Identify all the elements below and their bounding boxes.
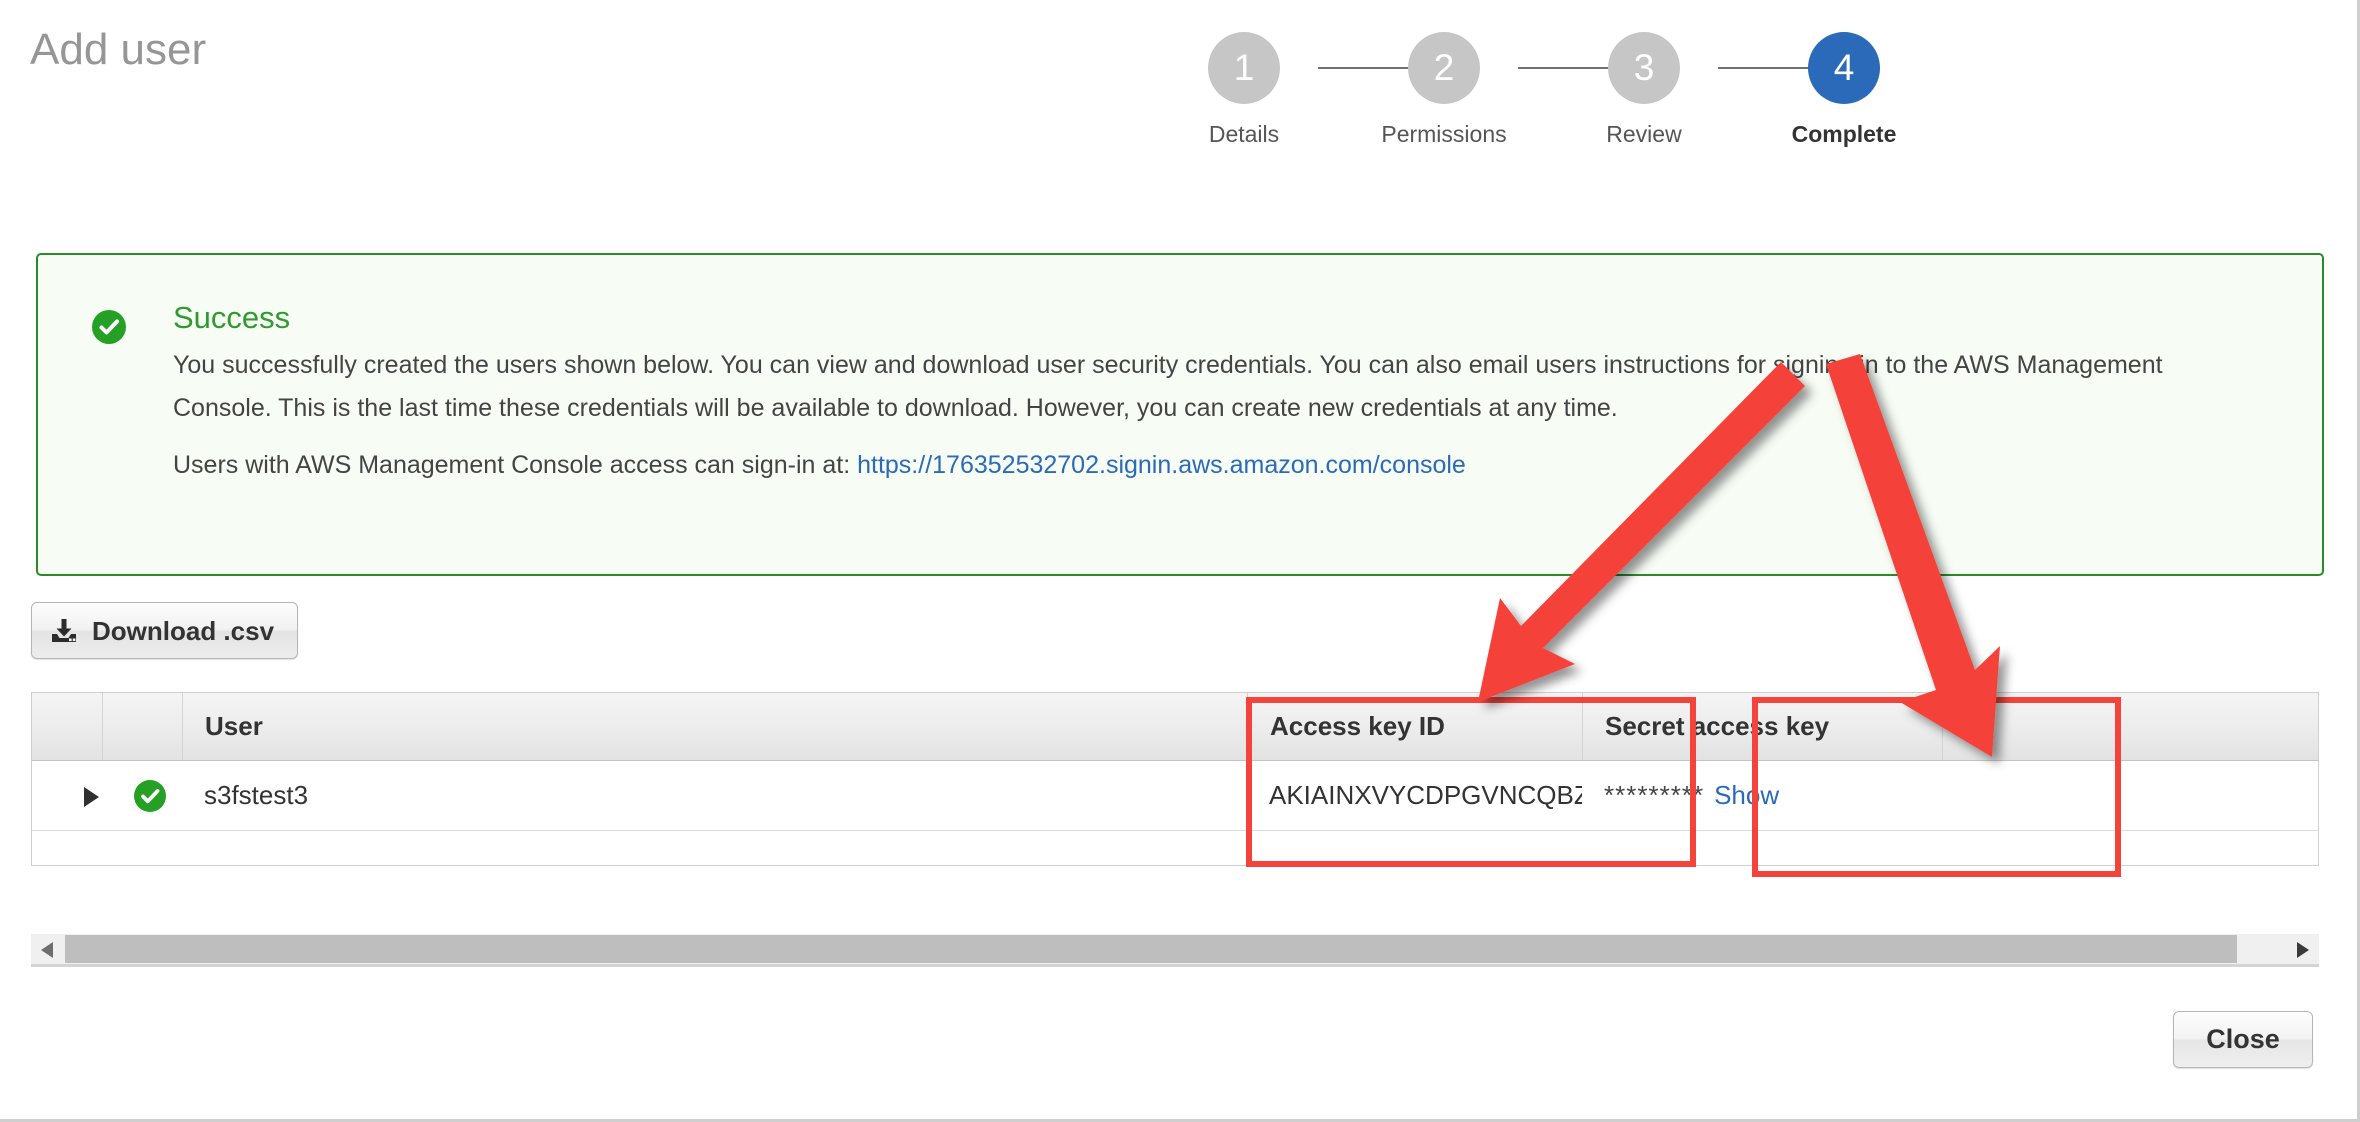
table-header-row: User Access key ID Secret access key: [31, 692, 2319, 761]
step-number-1: 1: [1208, 32, 1280, 104]
table-header-secret-access-key[interactable]: Secret access key: [1582, 693, 1942, 760]
table-header-overflow: [1942, 693, 2320, 760]
table-header-status: [102, 693, 182, 760]
stepper-step-details[interactable]: 1 Details: [1164, 32, 1324, 148]
success-alert-panel: Success You successfully created the use…: [36, 253, 2324, 576]
success-description: You successfully created the users shown…: [173, 351, 2163, 422]
check-circle-icon: [92, 310, 126, 344]
step-label-review: Review: [1606, 121, 1682, 147]
scroll-right-button[interactable]: [2285, 934, 2319, 964]
triangle-right-icon: [2297, 942, 2309, 958]
table-body-filler: [31, 831, 2319, 866]
table-header-expander: [32, 693, 102, 760]
table-header-user[interactable]: User: [182, 693, 1247, 760]
horizontal-scrollbar[interactable]: [31, 934, 2319, 967]
stepper-step-permissions[interactable]: 2 Permissions: [1364, 32, 1524, 148]
signin-prefix-text: Users with AWS Management Console access…: [173, 451, 858, 479]
show-secret-key-link[interactable]: Show: [1714, 780, 1779, 810]
download-icon: [52, 618, 76, 642]
table-row: s3fstest3 AKIAINXVYCDPGVNCQBZA *********…: [31, 761, 2319, 831]
step-number-2: 2: [1408, 32, 1480, 104]
step-label-details: Details: [1208, 121, 1280, 147]
scrollbar-thumb[interactable]: [65, 935, 2237, 963]
download-csv-button[interactable]: Download .csv: [31, 602, 299, 659]
signin-url-link[interactable]: https://176352532702.signin.aws.amazon.c…: [857, 451, 1466, 479]
table-header-access-key-id[interactable]: Access key ID: [1247, 693, 1582, 760]
stepper-step-review[interactable]: 3 Review: [1564, 32, 1724, 148]
download-csv-label: Download .csv: [92, 615, 275, 646]
cell-access-key-id: AKIAINXVYCDPGVNCQBZA: [1269, 780, 1582, 810]
step-label-permissions: Permissions: [1381, 121, 1507, 147]
cell-secret-access-key: ********* Show: [1582, 761, 1942, 830]
step-number-3: 3: [1608, 32, 1680, 104]
success-heading: Success: [173, 300, 291, 335]
triangle-left-icon: [41, 942, 53, 958]
cell-user: s3fstest3: [204, 780, 309, 810]
scroll-left-button[interactable]: [31, 934, 65, 964]
page-title: Add user: [30, 25, 207, 74]
check-circle-icon: [134, 780, 166, 812]
wizard-stepper: 1 Details 2 Permissions 3 Review 4 Compl…: [1200, 32, 2200, 172]
signin-instruction: Users with AWS Management Console access…: [173, 444, 2183, 487]
step-number-4: 4: [1808, 32, 1880, 104]
add-user-wizard-page: Add user 1 Details 2 Permissions 3 Revie…: [0, 0, 2360, 1122]
row-expander-toggle[interactable]: [84, 787, 99, 807]
secret-key-mask: *********: [1604, 780, 1705, 810]
step-label-complete: Complete: [1791, 121, 1897, 147]
created-users-table: User Access key ID Secret access key s3f…: [31, 692, 2319, 867]
stepper-step-complete[interactable]: 4 Complete: [1764, 32, 1924, 148]
close-button[interactable]: Close: [2173, 1011, 2313, 1068]
